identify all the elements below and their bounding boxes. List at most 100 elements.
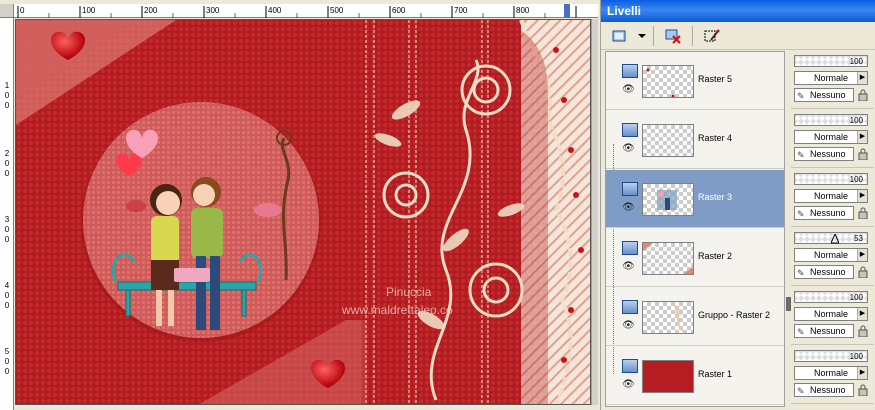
layer-name: Raster 5 xyxy=(698,74,733,84)
visibility-eye-icon[interactable]: 👁 xyxy=(622,261,635,272)
ruler-left-label: 0 xyxy=(4,101,10,110)
ruler-corner xyxy=(0,4,14,18)
visibility-eye-icon[interactable]: 👁 xyxy=(622,84,635,95)
visibility-eye-icon[interactable]: 👁 xyxy=(622,379,635,390)
brush-icon: ✎ xyxy=(797,150,805,160)
layer-name: Raster 3 xyxy=(698,192,733,202)
brush-icon: ✎ xyxy=(797,327,805,337)
dropdown-arrow-icon: ▶ xyxy=(857,131,867,143)
ruler-label-0: 0 xyxy=(20,6,25,15)
ruler-left: 1 0 0 2 0 0 3 0 0 4 0 0 5 0 0 xyxy=(0,18,14,410)
opacity-value: 100 xyxy=(849,293,863,302)
ruler-label-800: 800 xyxy=(516,6,530,15)
mask-select[interactable]: ✎ Nessuno xyxy=(794,147,854,161)
raster-layer-icon xyxy=(622,359,638,373)
new-layer-dropdown[interactable] xyxy=(637,25,647,47)
opacity-slider[interactable]: 100 xyxy=(794,350,868,362)
ruler-top: 0 100 200 300 400 500 600 700 800 xyxy=(14,4,598,18)
opacity-slider[interactable]: 100 xyxy=(794,173,868,185)
panel-title: Livelli xyxy=(601,0,875,22)
ruler-left-label: 5 xyxy=(4,347,10,356)
raster-layer-icon xyxy=(622,241,638,255)
layer-props-raster-1: 100 Normale ▶ ✎ Nessuno xyxy=(791,346,874,404)
ruler-label-600: 600 xyxy=(392,6,406,15)
blend-mode-select[interactable]: Normale ▶ xyxy=(794,307,868,321)
lock-icon[interactable] xyxy=(857,207,869,219)
new-layer-icon xyxy=(612,30,626,41)
group-layer-icon xyxy=(622,300,638,314)
layer-thumbnail xyxy=(642,124,694,157)
layer-props-raster-4: 100 Normale ▶ ✎ Nessuno xyxy=(791,110,874,168)
ruler-left-label: 0 xyxy=(4,301,10,310)
mask-select[interactable]: ✎ Nessuno xyxy=(794,265,854,279)
visibility-eye-icon[interactable]: 👁 xyxy=(622,143,635,154)
layers-panel: Livelli 👁 Raster 5 👁 Raster 4 👁 Raster 3… xyxy=(600,0,875,410)
layer-row-raster-1[interactable]: 👁 Raster 1 xyxy=(606,347,784,405)
mask-select[interactable]: ✎ Nessuno xyxy=(794,383,854,397)
visibility-eye-icon[interactable]: 👁 xyxy=(622,202,635,213)
dropdown-arrow-icon: ▶ xyxy=(857,72,867,84)
layer-thumbnail xyxy=(642,65,694,98)
lock-icon[interactable] xyxy=(857,148,869,160)
toolbar-separator xyxy=(653,25,654,46)
layer-props-raster-3: 100 Normale ▶ ✎ Nessuno xyxy=(791,169,874,227)
delete-layer-button[interactable] xyxy=(660,25,686,47)
brush-icon: ✎ xyxy=(797,91,805,101)
dropdown-arrow-icon: ▶ xyxy=(857,190,867,202)
blend-mode-value: Normale xyxy=(813,191,848,201)
lock-icon[interactable] xyxy=(857,89,869,101)
opacity-slider[interactable]: 100 xyxy=(794,55,868,67)
ruler-label-300: 300 xyxy=(206,6,220,15)
layer-props-raster-2: 53 Normale ▶ ✎ Nessuno xyxy=(791,228,874,286)
canvas-scrollbar[interactable] xyxy=(591,19,598,405)
layers-toolbar xyxy=(601,22,875,50)
mask-value: Nessuno xyxy=(810,208,846,218)
lock-icon[interactable] xyxy=(857,384,869,396)
opacity-slider[interactable]: 53 xyxy=(794,232,868,244)
slider-thumb-icon xyxy=(831,234,839,244)
blend-mode-select[interactable]: Normale ▶ xyxy=(794,366,868,380)
mask-select[interactable]: ✎ Nessuno xyxy=(794,88,854,102)
opacity-slider[interactable]: 100 xyxy=(794,291,868,303)
layer-name: Raster 4 xyxy=(698,133,733,143)
blend-mode-value: Normale xyxy=(813,132,848,142)
layers-list: 👁 Raster 5 👁 Raster 4 👁 Raster 3 👁 Raste… xyxy=(605,51,785,407)
image-canvas[interactable]: Pinuccia www.maldrettaleo.co xyxy=(15,19,591,405)
opacity-value: 100 xyxy=(849,175,863,184)
layer-props-raster-5: 100 Normale ▶ ✎ Nessuno xyxy=(791,51,874,109)
blend-mode-select[interactable]: Normale ▶ xyxy=(794,189,868,203)
layer-name: Raster 2 xyxy=(698,251,733,261)
layer-thumbnail xyxy=(642,301,694,334)
edit-selection-button[interactable] xyxy=(699,25,725,47)
blend-mode-value: Normale xyxy=(813,368,848,378)
ruler-left-label: 1 xyxy=(4,81,10,90)
blend-mode-select[interactable]: Normale ▶ xyxy=(794,130,868,144)
ruler-left-label: 0 xyxy=(4,169,10,178)
ruler-label-700: 700 xyxy=(454,6,468,15)
blend-mode-select[interactable]: Normale ▶ xyxy=(794,248,868,262)
lock-icon[interactable] xyxy=(857,266,869,278)
mask-select[interactable]: ✎ Nessuno xyxy=(794,206,854,220)
raster-layer-icon xyxy=(622,182,638,196)
layer-row-raster-2[interactable]: 👁 Raster 2 xyxy=(606,229,784,287)
brush-icon: ✎ xyxy=(797,386,805,396)
edit-selection-icon xyxy=(704,29,720,41)
mask-value: Nessuno xyxy=(810,267,846,277)
ruler-label-100: 100 xyxy=(82,6,96,15)
opacity-slider[interactable]: 100 xyxy=(794,114,868,126)
layer-row-raster-3[interactable]: 👁 Raster 3 xyxy=(606,170,784,228)
mask-value: Nessuno xyxy=(810,326,846,336)
blend-mode-select[interactable]: Normale ▶ xyxy=(794,71,868,85)
lock-icon[interactable] xyxy=(857,325,869,337)
opacity-value: 100 xyxy=(849,352,863,361)
raster-layer-icon xyxy=(622,123,638,137)
layer-row-raster-5[interactable]: 👁 Raster 5 xyxy=(606,52,784,110)
layer-row-gruppo-raster-2[interactable]: 👁 Gruppo - Raster 2 xyxy=(606,288,784,346)
mask-select[interactable]: ✎ Nessuno xyxy=(794,324,854,338)
layer-props-gruppo-raster-2: 100 Normale ▶ ✎ Nessuno xyxy=(791,287,874,345)
layer-row-raster-4[interactable]: 👁 Raster 4 xyxy=(606,111,784,169)
psp-window: 0 100 200 300 400 500 600 700 800 1 0 0 … xyxy=(0,0,875,410)
opacity-value: 53 xyxy=(854,234,863,243)
new-layer-button[interactable] xyxy=(607,25,633,47)
visibility-eye-icon[interactable]: 👁 xyxy=(622,320,635,331)
